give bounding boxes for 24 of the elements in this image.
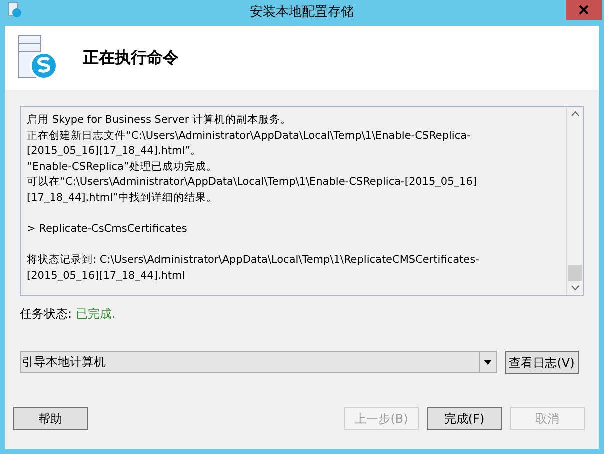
dialog-button[interactable]: 帮助	[13, 407, 88, 430]
log-line: > Replicate-CsCmsCertificates	[27, 222, 188, 238]
status-label: 任务状态:	[20, 306, 72, 323]
close-button[interactable]	[566, 0, 602, 20]
scrollbar[interactable]	[566, 107, 583, 295]
dropdown-arrow-icon	[484, 360, 492, 364]
close-icon	[579, 5, 589, 15]
log-line: 可以在“C:\Users\Administrator\AppData\Local\Temp\1\Enable-CSReplica-[2015_05_16]	[27, 175, 478, 190]
log-line: 将状态记录到: C:\Users\Administrator\AppData\Local\Temp\1\ReplicateCMSCertificates-	[27, 253, 480, 268]
log-line: [2015_05_16][17_18_44].html	[27, 268, 186, 284]
scroll-thumb[interactable]	[568, 265, 582, 281]
window-title: 安装本地配置存储	[250, 4, 354, 22]
action-dropdown[interactable]: 引导本地计算机	[20, 351, 497, 373]
log-line: 启用 Skype for Business Server 计算机的副本服务。	[27, 113, 293, 128]
log-line: [17_18_44].html”中找到详细的结果。	[27, 190, 218, 206]
app-icon	[7, 2, 23, 18]
dialog-button[interactable]: 完成(F)	[427, 407, 502, 430]
dropdown-value: 引导本地计算机	[21, 354, 107, 371]
header-title: 正在执行命令	[83, 47, 179, 69]
view-log-button[interactable]: 查看日志(V)	[505, 351, 579, 374]
status-value: 已完成.	[76, 306, 116, 323]
log-line: “Enable-CSReplica”处理已成功完成。	[27, 160, 218, 175]
log-line: 正在创建新日志文件“C:\Users\Administrator\AppData\Local\Temp\1\Enable-CSReplica-	[27, 128, 472, 144]
log-line: [2015_05_16][17_18_44].html”。	[27, 144, 203, 160]
